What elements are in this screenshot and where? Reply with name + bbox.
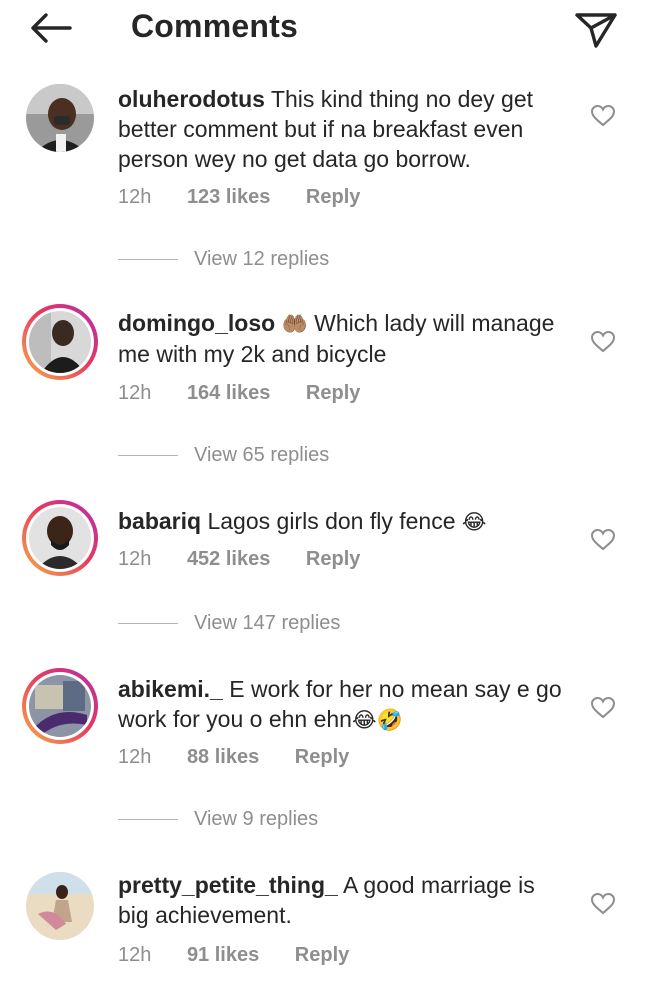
heart-icon bbox=[590, 330, 616, 353]
heart-icon bbox=[590, 104, 616, 127]
replies-divider bbox=[118, 455, 178, 457]
comment-likes[interactable]: 164 likes bbox=[187, 382, 270, 404]
comment-likes[interactable]: 123 likes bbox=[187, 186, 270, 208]
user-photo bbox=[29, 507, 91, 569]
user-photo bbox=[26, 872, 94, 940]
view-replies-label: View 65 replies bbox=[194, 444, 330, 466]
replies-divider bbox=[118, 623, 178, 625]
comment-text: oluherodotus This kind thing no dey get … bbox=[118, 84, 566, 174]
replies-divider bbox=[118, 259, 178, 261]
reply-button[interactable]: Reply bbox=[306, 548, 360, 570]
view-replies-button[interactable]: View 147 replies bbox=[118, 612, 340, 635]
comment-text: babariq Lagos girls don fly fence 😂 bbox=[118, 506, 566, 537]
reply-button[interactable]: Reply bbox=[306, 382, 360, 404]
avatar[interactable] bbox=[26, 872, 94, 940]
reply-button[interactable]: Reply bbox=[295, 944, 349, 966]
like-button[interactable] bbox=[590, 528, 616, 552]
comment-username[interactable]: pretty_petite_thing_ bbox=[118, 872, 338, 898]
comment-text: pretty_petite_thing_ A good marriage is … bbox=[118, 870, 566, 930]
back-button[interactable] bbox=[26, 8, 76, 48]
view-replies-label: View 147 replies bbox=[194, 612, 341, 634]
avatar[interactable] bbox=[22, 304, 98, 380]
view-replies-button[interactable]: View 9 replies bbox=[118, 808, 318, 831]
comment-username[interactable]: babariq bbox=[118, 508, 201, 534]
like-button[interactable] bbox=[590, 696, 616, 720]
view-replies-label: View 12 replies bbox=[194, 248, 330, 270]
heart-icon bbox=[590, 892, 616, 915]
share-button[interactable] bbox=[570, 6, 622, 52]
paper-plane-icon bbox=[575, 13, 617, 48]
comment-time: 12h bbox=[118, 944, 152, 966]
heart-icon bbox=[590, 528, 616, 551]
reply-button[interactable]: Reply bbox=[306, 186, 360, 208]
like-button[interactable] bbox=[590, 104, 616, 128]
comment-meta: 12h 88 likes Reply bbox=[118, 746, 379, 769]
reply-button[interactable]: Reply bbox=[295, 746, 349, 768]
laughing-emoji: 😂 bbox=[461, 510, 487, 534]
view-replies-label: View 9 replies bbox=[194, 808, 319, 830]
comment-meta: 12h 452 likes Reply bbox=[118, 548, 390, 571]
avatar[interactable] bbox=[22, 668, 98, 744]
comment-username[interactable]: domingo_loso bbox=[118, 310, 275, 336]
replies-divider bbox=[118, 819, 178, 821]
like-button[interactable] bbox=[590, 892, 616, 916]
view-replies-button[interactable]: View 12 replies bbox=[118, 248, 329, 271]
like-button[interactable] bbox=[590, 330, 616, 354]
page-title: Comments bbox=[131, 8, 298, 44]
comment-time: 12h bbox=[118, 746, 152, 768]
comment-message: Lagos girls don fly fence bbox=[207, 508, 456, 534]
header-bar: Comments bbox=[0, 0, 654, 60]
comment-time: 12h bbox=[118, 186, 152, 208]
laughing-emoji: 😂🤣 bbox=[351, 708, 403, 732]
comment-username[interactable]: oluherodotus bbox=[118, 86, 265, 112]
comment-likes[interactable]: 452 likes bbox=[187, 548, 270, 570]
avatar[interactable] bbox=[22, 500, 98, 576]
comment-meta: 12h 123 likes Reply bbox=[118, 186, 390, 209]
view-replies-button[interactable]: View 65 replies bbox=[118, 444, 329, 467]
comment-username[interactable]: abikemi._ bbox=[118, 676, 223, 702]
heart-icon bbox=[590, 696, 616, 719]
user-photo bbox=[26, 84, 94, 152]
praying-hands-emoji: 🤲🏽 bbox=[281, 312, 308, 336]
comment-time: 12h bbox=[118, 382, 152, 404]
user-photo bbox=[29, 311, 91, 373]
comment-likes[interactable]: 88 likes bbox=[187, 746, 259, 768]
comment-text: abikemi._ E work for her no mean say e g… bbox=[118, 674, 566, 735]
avatar[interactable] bbox=[26, 84, 94, 152]
arrow-left-icon bbox=[31, 13, 72, 43]
comment-meta: 12h 164 likes Reply bbox=[118, 382, 390, 405]
comment-likes[interactable]: 91 likes bbox=[187, 944, 259, 966]
comment-time: 12h bbox=[118, 548, 152, 570]
comment-meta: 12h 91 likes Reply bbox=[118, 944, 379, 967]
comment-text: domingo_loso 🤲🏽 Which lady will manage m… bbox=[118, 308, 566, 369]
user-photo bbox=[29, 675, 91, 737]
